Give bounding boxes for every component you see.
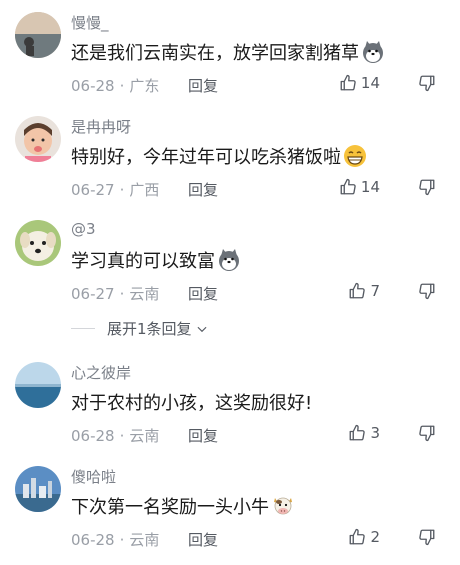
dog-emoji-icon: [363, 41, 383, 63]
comment-meta: 06-28 · 云南: [71, 530, 160, 550]
like-button[interactable]: 2: [348, 528, 380, 546]
expand-replies-label: 展开1条回复: [107, 320, 192, 338]
chevron-down-icon: [197, 326, 207, 332]
divider: [71, 328, 95, 329]
like-button[interactable]: 14: [339, 178, 380, 196]
dislike-button[interactable]: [418, 528, 436, 550]
thumbs-down-icon: [419, 529, 435, 546]
avatar[interactable]: [15, 116, 61, 162]
dog-emoji-icon: [219, 249, 239, 271]
username[interactable]: 是冉冉呀: [71, 116, 131, 137]
like-count: 14: [360, 74, 380, 92]
comment-date: 06-28: [71, 76, 115, 95]
comment-text: 特别好，今年过年可以吃杀猪饭啦: [71, 143, 367, 169]
avatar[interactable]: [15, 12, 61, 58]
comment-text: 对于农村的小孩，这奖励很好!: [71, 393, 313, 414]
comment-region: 广西: [129, 181, 160, 199]
comment-date: 06-28: [71, 426, 115, 445]
comment-text: 下次第一名奖励一头小牛: [71, 493, 295, 519]
thumbs-down-icon: [419, 283, 435, 300]
like-button[interactable]: 3: [348, 424, 380, 442]
comment-date: 06-28: [71, 530, 115, 549]
dislike-button[interactable]: [418, 178, 436, 200]
thumbs-up-icon: [340, 74, 356, 91]
comment-meta: 06-28 · 云南: [71, 426, 160, 446]
username[interactable]: @3: [71, 220, 96, 238]
reply-button[interactable]: 回复: [188, 425, 218, 446]
like-count: 2: [370, 528, 380, 546]
thumbs-up-icon: [350, 424, 366, 441]
like-button[interactable]: 14: [339, 74, 380, 92]
comment-region: 云南: [129, 427, 160, 445]
reply-button[interactable]: 回复: [188, 75, 218, 96]
reply-button[interactable]: 回复: [188, 179, 218, 200]
thumbs-up-icon: [340, 178, 356, 195]
reply-button[interactable]: 回复: [188, 283, 218, 304]
comment-region: 云南: [129, 531, 160, 549]
thumbs-down-icon: [419, 179, 435, 196]
thumbs-down-icon: [419, 75, 435, 92]
username[interactable]: 心之彼岸: [71, 362, 131, 383]
dislike-button[interactable]: [418, 424, 436, 446]
like-count: 7: [370, 282, 380, 300]
dislike-button[interactable]: [418, 74, 436, 96]
avatar[interactable]: [15, 362, 61, 408]
username[interactable]: 傻哈啦: [71, 466, 116, 487]
dislike-button[interactable]: [418, 282, 436, 304]
like-count: 3: [370, 424, 380, 442]
thumbs-up-icon: [350, 282, 366, 299]
username[interactable]: 慢慢_: [71, 12, 109, 33]
like-button[interactable]: 7: [348, 282, 380, 300]
thumbs-down-icon: [419, 425, 435, 442]
comment-meta: 06-28 · 广东: [71, 76, 160, 96]
expand-replies-button[interactable]: 展开1条回复: [71, 318, 209, 339]
grin-emoji-icon: [344, 145, 366, 167]
comment-region: 云南: [129, 285, 160, 303]
avatar[interactable]: [15, 466, 61, 512]
comment-date: 06-27: [71, 180, 115, 199]
reply-button[interactable]: 回复: [188, 529, 218, 550]
avatar[interactable]: [15, 220, 61, 266]
comment-date: 06-27: [71, 284, 115, 303]
comment-meta: 06-27 · 云南: [71, 284, 160, 304]
comment-region: 广东: [129, 77, 160, 95]
comment-meta: 06-27 · 广西: [71, 180, 160, 200]
thumbs-up-icon: [350, 528, 366, 545]
like-count: 14: [360, 178, 380, 196]
comment-text: 学习真的可以致富: [71, 247, 241, 273]
cow-emoji-icon: [274, 497, 292, 515]
comment-text: 还是我们云南实在，放学回家割猪草: [71, 39, 385, 65]
